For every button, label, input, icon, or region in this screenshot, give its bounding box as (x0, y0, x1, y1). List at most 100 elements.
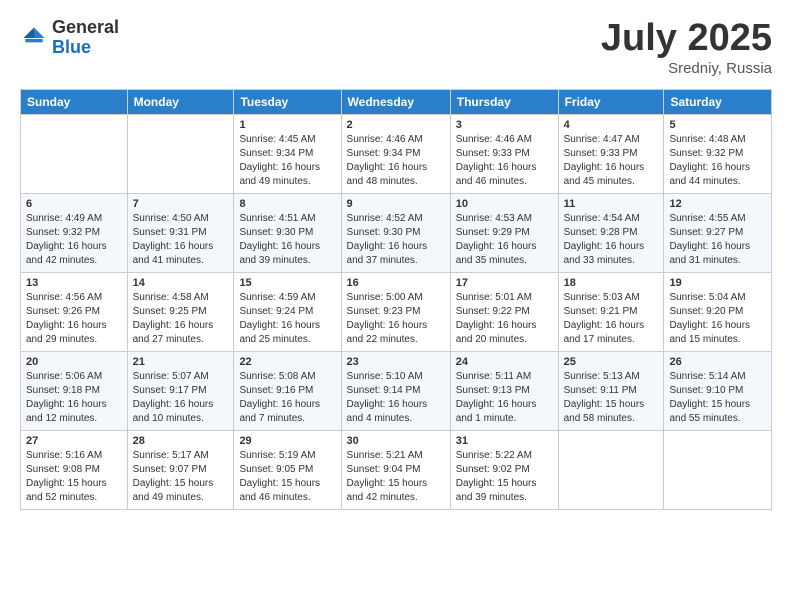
day-number: 9 (347, 198, 445, 210)
table-row: 23Sunrise: 5:10 AMSunset: 9:14 PMDayligh… (341, 351, 450, 430)
table-row: 7 Sunrise: 4:50 AMSunset: 9:31 PMDaylight… (127, 193, 234, 272)
calendar-week-row: 6 Sunrise: 4:49 AMSunset: 9:32 PMDaylight… (21, 193, 772, 272)
sunset-time: Sunset: 9:29 PM (456, 227, 530, 238)
table-row: 18Sunrise: 5:03 AMSunset: 9:21 PMDayligh… (558, 272, 664, 351)
day-number: 6 (26, 198, 122, 210)
sunrise-time: Sunrise: 4:58 AM (133, 292, 209, 303)
day-number: 31 (456, 435, 553, 447)
daylight-hours: Daylight: 15 hours and 46 minutes. (239, 478, 320, 503)
sunset-time: Sunset: 9:10 PM (669, 385, 743, 396)
sunrise-time: Sunrise: 4:55 AM (669, 213, 745, 224)
day-info: Sunrise: 5:21 AMSunset: 9:04 PMDaylight:… (347, 449, 445, 505)
sunrise-time: Sunrise: 4:56 AM (26, 292, 102, 303)
sunrise-time: Sunrise: 4:51 AM (239, 213, 315, 224)
day-info: Sunrise: 5:08 AMSunset: 9:16 PMDaylight:… (239, 370, 335, 426)
day-info: Sunrise: 5:11 AMSunset: 9:13 PMDaylight:… (456, 370, 553, 426)
table-row: 6 Sunrise: 4:49 AMSunset: 9:32 PMDaylight… (21, 193, 128, 272)
logo-text: General Blue (52, 18, 119, 58)
table-row: 26Sunrise: 5:14 AMSunset: 9:10 PMDayligh… (664, 351, 772, 430)
table-row: 15Sunrise: 4:59 AMSunset: 9:24 PMDayligh… (234, 272, 341, 351)
sunrise-time: Sunrise: 5:13 AM (564, 371, 640, 382)
day-info: Sunrise: 5:14 AMSunset: 9:10 PMDaylight:… (669, 370, 766, 426)
day-number: 27 (26, 435, 122, 447)
sunrise-time: Sunrise: 4:46 AM (347, 134, 423, 145)
sunrise-time: Sunrise: 4:54 AM (564, 213, 640, 224)
table-row (558, 430, 664, 509)
day-info: Sunrise: 4:47 AMSunset: 9:33 PMDaylight:… (564, 133, 659, 189)
daylight-hours: Daylight: 16 hours and 45 minutes. (564, 162, 645, 187)
day-info: Sunrise: 4:49 AMSunset: 9:32 PMDaylight:… (26, 212, 122, 268)
header: General Blue July 2025 Sredniy, Russia (20, 18, 772, 77)
day-number: 21 (133, 356, 229, 368)
day-info: Sunrise: 4:51 AMSunset: 9:30 PMDaylight:… (239, 212, 335, 268)
calendar-week-row: 20Sunrise: 5:06 AMSunset: 9:18 PMDayligh… (21, 351, 772, 430)
sunset-time: Sunset: 9:26 PM (26, 306, 100, 317)
table-row: 9Sunrise: 4:52 AMSunset: 9:30 PMDaylight… (341, 193, 450, 272)
day-number: 7 (133, 198, 229, 210)
sunset-time: Sunset: 9:33 PM (456, 148, 530, 159)
sunrise-time: Sunrise: 5:04 AM (669, 292, 745, 303)
day-info: Sunrise: 5:22 AMSunset: 9:02 PMDaylight:… (456, 449, 553, 505)
day-info: Sunrise: 4:53 AMSunset: 9:29 PMDaylight:… (456, 212, 553, 268)
table-row (127, 114, 234, 193)
sunset-time: Sunset: 9:33 PM (564, 148, 638, 159)
daylight-hours: Daylight: 16 hours and 10 minutes. (133, 399, 214, 424)
col-thursday: Thursday (450, 89, 558, 114)
day-info: Sunrise: 5:17 AMSunset: 9:07 PMDaylight:… (133, 449, 229, 505)
logo-blue: Blue (52, 38, 119, 58)
day-info: Sunrise: 4:50 AMSunset: 9:31 PMDaylight:… (133, 212, 229, 268)
table-row: 13Sunrise: 4:56 AMSunset: 9:26 PMDayligh… (21, 272, 128, 351)
day-info: Sunrise: 4:56 AMSunset: 9:26 PMDaylight:… (26, 291, 122, 347)
sunset-time: Sunset: 9:14 PM (347, 385, 421, 396)
table-row: 14Sunrise: 4:58 AMSunset: 9:25 PMDayligh… (127, 272, 234, 351)
day-number: 8 (239, 198, 335, 210)
day-number: 4 (564, 119, 659, 131)
day-number: 29 (239, 435, 335, 447)
day-info: Sunrise: 5:04 AMSunset: 9:20 PMDaylight:… (669, 291, 766, 347)
day-number: 19 (669, 277, 766, 289)
daylight-hours: Daylight: 15 hours and 58 minutes. (564, 399, 645, 424)
daylight-hours: Daylight: 15 hours and 52 minutes. (26, 478, 107, 503)
table-row: 24Sunrise: 5:11 AMSunset: 9:13 PMDayligh… (450, 351, 558, 430)
logo: General Blue (20, 18, 119, 58)
day-number: 12 (669, 198, 766, 210)
sunrise-time: Sunrise: 5:22 AM (456, 450, 532, 461)
daylight-hours: Daylight: 16 hours and 25 minutes. (239, 320, 320, 345)
calendar-header-row: Sunday Monday Tuesday Wednesday Thursday… (21, 89, 772, 114)
calendar-week-row: 1Sunrise: 4:45 AMSunset: 9:34 PMDaylight… (21, 114, 772, 193)
sunset-time: Sunset: 9:30 PM (347, 227, 421, 238)
sunrise-time: Sunrise: 4:53 AM (456, 213, 532, 224)
sunrise-time: Sunrise: 5:17 AM (133, 450, 209, 461)
sunset-time: Sunset: 9:08 PM (26, 464, 100, 475)
sunset-time: Sunset: 9:25 PM (133, 306, 207, 317)
table-row: 29Sunrise: 5:19 AMSunset: 9:05 PMDayligh… (234, 430, 341, 509)
sunrise-time: Sunrise: 5:08 AM (239, 371, 315, 382)
calendar-week-row: 27Sunrise: 5:16 AMSunset: 9:08 PMDayligh… (21, 430, 772, 509)
daylight-hours: Daylight: 15 hours and 42 minutes. (347, 478, 428, 503)
sunrise-time: Sunrise: 5:07 AM (133, 371, 209, 382)
day-info: Sunrise: 4:59 AMSunset: 9:24 PMDaylight:… (239, 291, 335, 347)
day-info: Sunrise: 4:46 AMSunset: 9:33 PMDaylight:… (456, 133, 553, 189)
col-wednesday: Wednesday (341, 89, 450, 114)
day-number: 1 (239, 119, 335, 131)
table-row: 12Sunrise: 4:55 AMSunset: 9:27 PMDayligh… (664, 193, 772, 272)
table-row: 11Sunrise: 4:54 AMSunset: 9:28 PMDayligh… (558, 193, 664, 272)
table-row: 2Sunrise: 4:46 AMSunset: 9:34 PMDaylight… (341, 114, 450, 193)
daylight-hours: Daylight: 16 hours and 41 minutes. (133, 241, 214, 266)
daylight-hours: Daylight: 16 hours and 44 minutes. (669, 162, 750, 187)
col-friday: Friday (558, 89, 664, 114)
sunrise-time: Sunrise: 5:21 AM (347, 450, 423, 461)
sunset-time: Sunset: 9:24 PM (239, 306, 313, 317)
sunrise-time: Sunrise: 5:14 AM (669, 371, 745, 382)
day-info: Sunrise: 5:13 AMSunset: 9:11 PMDaylight:… (564, 370, 659, 426)
calendar-subtitle: Sredniy, Russia (601, 60, 772, 77)
calendar-table: Sunday Monday Tuesday Wednesday Thursday… (20, 89, 772, 510)
table-row: 27Sunrise: 5:16 AMSunset: 9:08 PMDayligh… (21, 430, 128, 509)
calendar-title: July 2025 (601, 18, 772, 60)
table-row: 30Sunrise: 5:21 AMSunset: 9:04 PMDayligh… (341, 430, 450, 509)
daylight-hours: Daylight: 15 hours and 39 minutes. (456, 478, 537, 503)
day-number: 20 (26, 356, 122, 368)
daylight-hours: Daylight: 16 hours and 31 minutes. (669, 241, 750, 266)
table-row: 4 Sunrise: 4:47 AMSunset: 9:33 PMDaylight… (558, 114, 664, 193)
day-info: Sunrise: 4:46 AMSunset: 9:34 PMDaylight:… (347, 133, 445, 189)
